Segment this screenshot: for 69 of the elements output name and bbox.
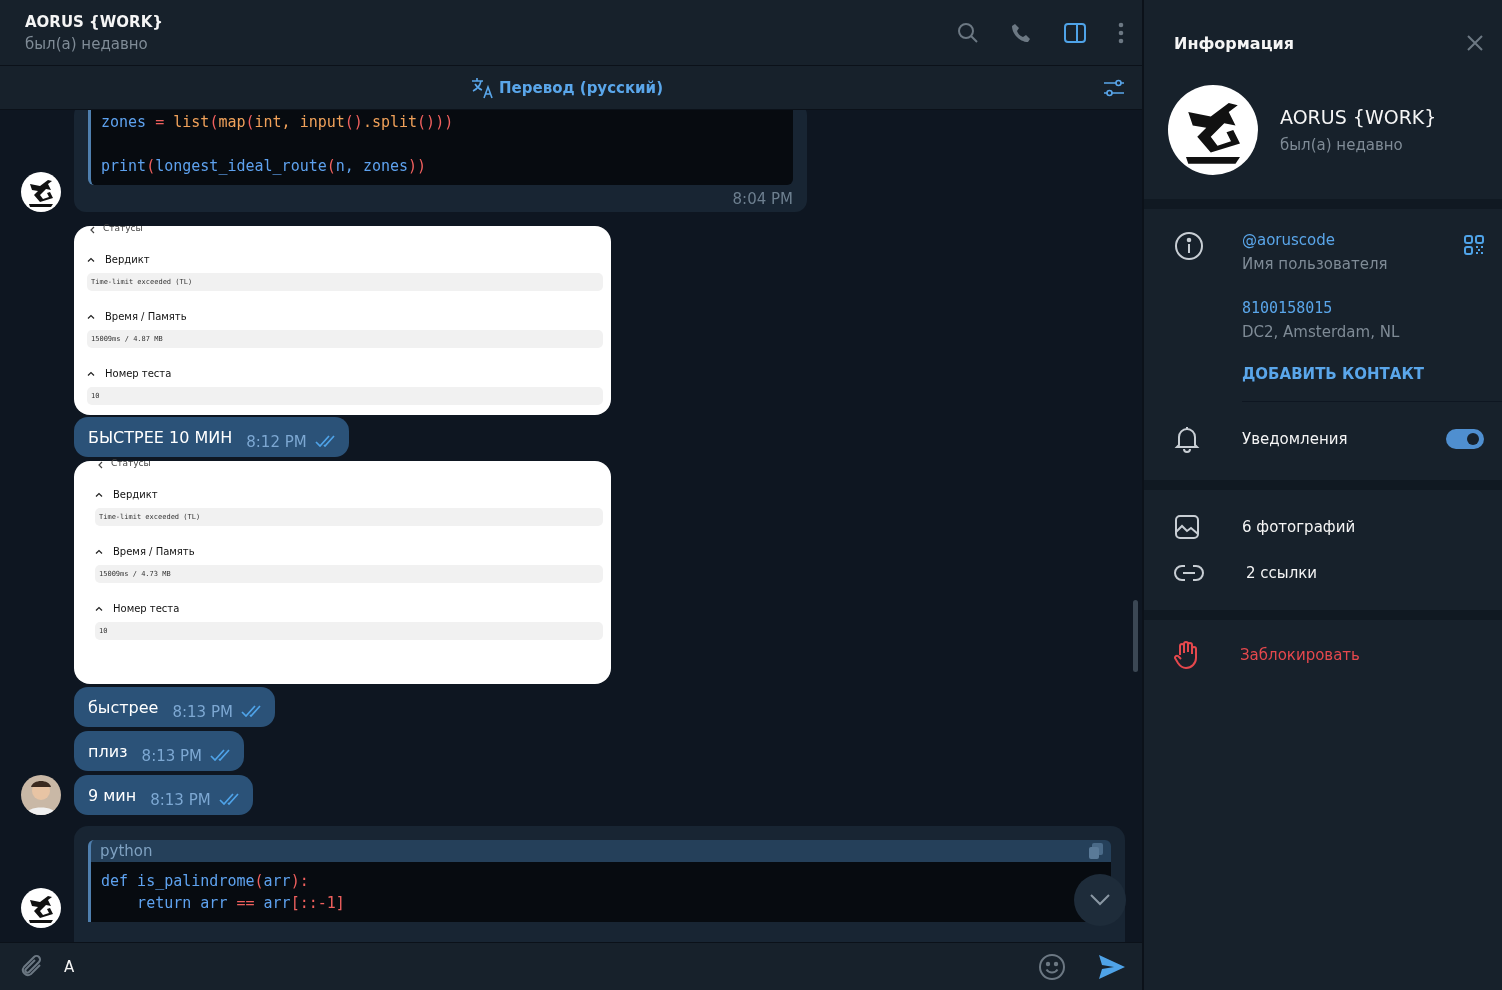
avatar (21, 172, 61, 212)
media-item[interactable]: 6 фотографий (1242, 518, 1484, 536)
chevron-down-icon (1089, 893, 1111, 907)
back-label: Статусы (103, 223, 143, 233)
code-language: python (100, 842, 153, 860)
section-heading: Время / Память (105, 311, 187, 322)
caret-icon (95, 606, 103, 611)
info-icon (1174, 231, 1204, 261)
phone-icon[interactable] (1010, 21, 1032, 44)
section-heading: Вердикт (105, 254, 150, 265)
message-input[interactable]: A (64, 957, 1020, 976)
caret-icon (87, 314, 95, 319)
message-text: быстрее (88, 697, 159, 717)
avatar (21, 775, 61, 815)
back-chevron-icon (90, 226, 95, 234)
media-item[interactable]: 2 ссылки (1246, 564, 1484, 582)
search-icon[interactable] (957, 21, 979, 44)
caret-icon (87, 371, 95, 376)
translate-icon (471, 76, 495, 99)
bell-icon (1174, 425, 1200, 453)
send-icon[interactable] (1098, 953, 1126, 980)
section-heading: Вердикт (113, 489, 158, 500)
back-label: Статусы (111, 458, 151, 468)
more-icon[interactable] (1118, 21, 1124, 44)
translate-button[interactable]: Перевод (русский) (471, 76, 663, 99)
message-time: 8:12 PM (246, 433, 307, 451)
message-field[interactable]: A (0, 942, 1142, 990)
caret-icon (87, 257, 95, 262)
username-link[interactable]: @aoruscode (1242, 231, 1426, 249)
close-icon[interactable] (1466, 34, 1484, 52)
user-id[interactable]: 8100158015 (1242, 299, 1426, 317)
panel-title: Информация (1174, 33, 1294, 53)
message-text: 9 мин (88, 785, 137, 805)
qr-code-icon[interactable] (1464, 235, 1484, 255)
chat-status: был(а) недавно (25, 34, 149, 53)
message-text: БЫСТРЕЕ 10 МИН (88, 427, 233, 447)
add-contact-link[interactable]: ДОБАВИТЬ КОНТАКТ (1242, 365, 1426, 383)
datacenter-label: DC2, Amsterdam, NL (1242, 323, 1401, 341)
notifications-toggle[interactable] (1446, 429, 1484, 449)
avatar (21, 888, 61, 928)
emoji-icon[interactable] (1038, 952, 1066, 981)
message-time: 8:04 PM (731, 189, 793, 208)
profile-name: AORUS {WORK} (1280, 106, 1437, 128)
message-time: 8:13 PM (150, 791, 211, 809)
message-text: плиз (88, 741, 128, 761)
code-line: print(longest_ideal_route(n, zones)) (101, 156, 427, 177)
section-heading: Время / Память (113, 546, 195, 557)
username-label: Имя пользователя (1242, 255, 1389, 273)
section-heading: Номер теста (113, 603, 180, 614)
notifications-label: Уведомления (1242, 430, 1349, 448)
profile-status: был(а) недавно (1280, 136, 1404, 154)
hand-icon (1174, 641, 1198, 669)
message-time: 8:13 PM (172, 703, 233, 721)
caret-icon (95, 549, 103, 554)
filter-icon[interactable] (1102, 78, 1126, 98)
section-heading: Номер теста (105, 368, 172, 379)
scrollbar[interactable] (1133, 600, 1138, 672)
image-icon (1174, 514, 1200, 540)
copy-icon[interactable] (1089, 843, 1103, 859)
link-icon (1174, 563, 1204, 583)
chat-title: AORUS {WORK} (25, 12, 164, 31)
code-line: return arr == arr[::-1] (136, 893, 345, 914)
back-chevron-icon (98, 461, 103, 469)
caret-icon (95, 492, 103, 497)
code-line: def is_palindrome(arr): (101, 871, 309, 892)
code-line: zones = list(map(int, input().split())) (101, 112, 454, 133)
sidebar-icon[interactable] (1063, 21, 1087, 44)
message-time: 8:13 PM (141, 747, 203, 765)
block-button[interactable]: Заблокировать (1240, 646, 1484, 664)
